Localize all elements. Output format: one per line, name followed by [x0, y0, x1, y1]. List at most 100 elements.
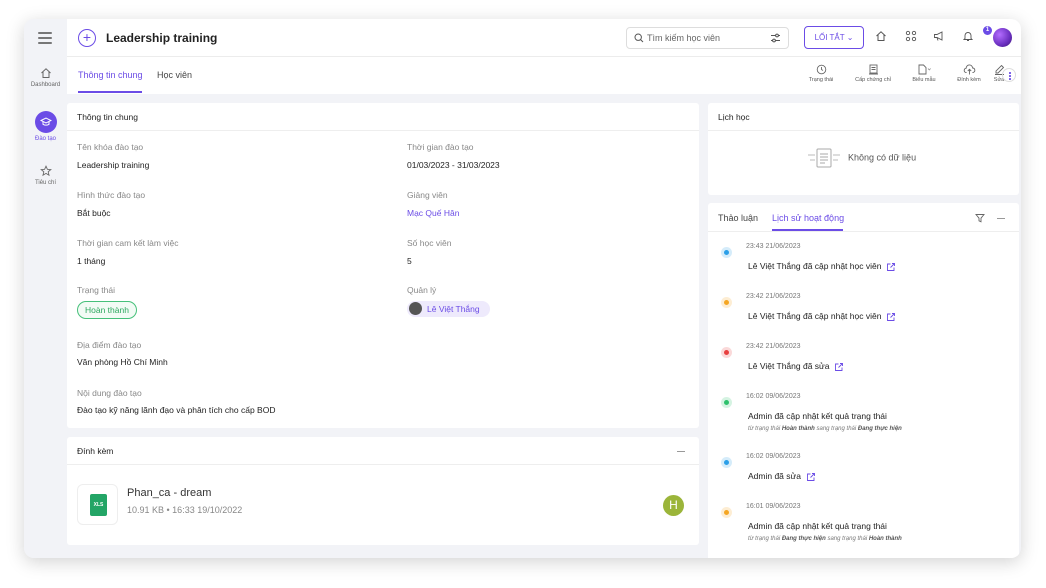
- action-label: Đính kèm: [957, 77, 981, 83]
- filter-settings-icon[interactable]: [770, 33, 781, 43]
- search-box: [626, 27, 789, 49]
- format-value: Bắt buộc: [77, 208, 111, 218]
- detail-text: từ trạng thái: [748, 426, 781, 432]
- notification-count-badge: 1: [983, 26, 992, 35]
- activity-dot: [721, 347, 732, 358]
- activity-message: Lê Việt Thắng đã cập nhật học viên: [748, 311, 882, 321]
- bell-icon[interactable]: [962, 30, 974, 42]
- tab-activity-history[interactable]: Lịch sử hoạt động: [772, 213, 844, 223]
- activity-time: 23:42 21/06/2023: [746, 343, 801, 350]
- instructor-link[interactable]: Mạc Quế Hân: [407, 208, 459, 218]
- external-link-icon[interactable]: [834, 362, 844, 372]
- sidebar-item-label: Đào tạo: [34, 136, 56, 142]
- status-name: Hoàn thành: [781, 426, 815, 432]
- status-name: Đang thực hiện: [857, 426, 902, 432]
- sidebar-item-label: Tiêu chí: [34, 180, 57, 186]
- page-title: Leadership training: [106, 31, 218, 45]
- file-name[interactable]: Phan_ca - dream: [127, 487, 211, 499]
- status-icon: [816, 64, 826, 75]
- general-info-card: Thông tin chung Tên khóa đào tạo Leaders…: [67, 103, 699, 428]
- tab-general-info[interactable]: Thông tin chung: [78, 70, 143, 80]
- content-value: Đào tạo kỹ năng lãnh đạo và phân tích ch…: [77, 405, 276, 415]
- collapse-icon[interactable]: [677, 451, 685, 452]
- activity-message: Admin đã sửa: [748, 471, 801, 481]
- action-label: Cấp chứng chỉ: [855, 77, 891, 83]
- attach-action-button[interactable]: Đính kèm: [949, 64, 989, 83]
- star-icon: [39, 165, 52, 177]
- manager-chip[interactable]: Lê Việt Thắng: [407, 301, 490, 317]
- activity-text: Admin đã cập nhật kết quả trạng thái: [748, 411, 887, 421]
- activity-detail: từ trạng thái Đang thực hiện sang trạng …: [748, 536, 902, 542]
- activity-text: Lê Việt Thắng đã cập nhật học viên: [748, 311, 896, 322]
- external-link-icon[interactable]: [886, 262, 896, 272]
- location-value: Văn phòng Hồ Chí Minh: [77, 357, 168, 367]
- shortcut-button[interactable]: LỐI TẮT ⌄: [804, 26, 864, 49]
- students-count-label: Số học viên: [407, 238, 452, 248]
- activity-time: 23:42 21/06/2023: [746, 293, 801, 300]
- activity-time: 16:02 09/06/2023: [746, 393, 801, 400]
- sidebar-item-dashboard[interactable]: Dashboard: [24, 67, 67, 88]
- detail-text: sang trạng thái: [827, 536, 868, 542]
- status-name: Đang thực hiện: [781, 536, 826, 542]
- active-tab-indicator: [78, 91, 142, 93]
- manager-label: Quản lý: [407, 285, 437, 295]
- sub-bar: Thông tin chung Học viên Trạng thái Cấp …: [67, 57, 1021, 94]
- home-icon[interactable]: [875, 30, 887, 42]
- detail-text: từ trạng thái: [748, 536, 781, 542]
- activity-dot: [721, 397, 732, 408]
- search-input[interactable]: [647, 31, 765, 45]
- action-label: Biểu mẫu: [912, 77, 936, 83]
- search-icon: [634, 33, 644, 43]
- course-name-label: Tên khóa đào tạo: [77, 142, 144, 152]
- sidebar: Dashboard Đào tạo Tiêu chí: [24, 19, 67, 558]
- avatar: [409, 302, 422, 316]
- external-link-icon[interactable]: [886, 312, 896, 322]
- add-button[interactable]: +: [78, 29, 96, 47]
- students-count-value: 5: [407, 256, 412, 266]
- sidebar-item-criteria[interactable]: Tiêu chí: [24, 165, 67, 186]
- external-link-icon[interactable]: [806, 472, 816, 482]
- user-avatar[interactable]: [993, 28, 1012, 47]
- format-label: Hình thức đào tạo: [77, 190, 146, 200]
- more-options-button[interactable]: [1002, 68, 1016, 82]
- announcement-icon[interactable]: [933, 30, 946, 42]
- activity-text: Lê Việt Thắng đã sửa: [748, 361, 844, 372]
- activity-time: 23:43 21/06/2023: [746, 243, 801, 250]
- form-action-button[interactable]: Biểu mẫu: [904, 64, 944, 83]
- detail-text: sang trạng thái: [816, 426, 857, 432]
- attachments-card: Đính kèm XLS Phan_ca - dream 10.91 KB • …: [67, 437, 699, 545]
- tab-students[interactable]: Học viên: [157, 70, 192, 80]
- activity-wrapper: Thảo luận Lịch sử hoạt động 23:43 21/06/…: [708, 103, 1019, 558]
- activity-detail: từ trạng thái Hoàn thành sang trạng thái…: [748, 426, 902, 432]
- status-action-button[interactable]: Trạng thái: [801, 64, 841, 83]
- activity-time: 16:02 09/06/2023: [746, 453, 801, 460]
- activity-dot: [721, 457, 732, 468]
- apps-grid-icon[interactable]: [905, 30, 917, 42]
- activity-text: Admin đã cập nhật kết quả trạng thái: [748, 521, 887, 531]
- activity-message: Admin đã cập nhật kết quả trạng thái: [748, 411, 887, 421]
- app-window: Dashboard Đào tạo Tiêu chí + Leadership …: [24, 19, 1021, 558]
- manager-name: Lê Việt Thắng: [427, 304, 480, 314]
- activity-message: Lê Việt Thắng đã cập nhật học viên: [748, 261, 882, 271]
- activity-dot: [721, 507, 732, 518]
- certificate-action-button[interactable]: Cấp chứng chỉ: [849, 64, 897, 83]
- filter-icon[interactable]: [975, 213, 985, 223]
- home-icon: [40, 68, 51, 78]
- file-thumbnail[interactable]: XLS: [77, 484, 118, 525]
- collapse-icon[interactable]: [997, 218, 1005, 219]
- top-bar: + Leadership training LỐI TẮT ⌄ 1: [67, 19, 1021, 57]
- card-title: Đính kèm: [67, 437, 699, 465]
- uploader-avatar: H: [663, 495, 684, 516]
- tab-discussion[interactable]: Thảo luận: [718, 213, 758, 223]
- period-label: Thời gian đào tạo: [407, 142, 474, 152]
- menu-icon[interactable]: [38, 32, 52, 47]
- sidebar-item-training[interactable]: Đào tạo: [24, 111, 67, 142]
- course-name-value: Leadership training: [77, 160, 150, 170]
- sidebar-item-label: Dashboard: [30, 82, 61, 88]
- excel-file-icon: XLS: [90, 494, 107, 516]
- card-title: Thông tin chung: [67, 103, 699, 131]
- location-label: Địa điểm đào tạo: [77, 340, 142, 350]
- period-value: 01/03/2023 - 31/03/2023: [407, 160, 500, 170]
- activity-message: Admin đã cập nhật kết quả trạng thái: [748, 521, 887, 531]
- content-label: Nội dung đào tạo: [77, 388, 142, 398]
